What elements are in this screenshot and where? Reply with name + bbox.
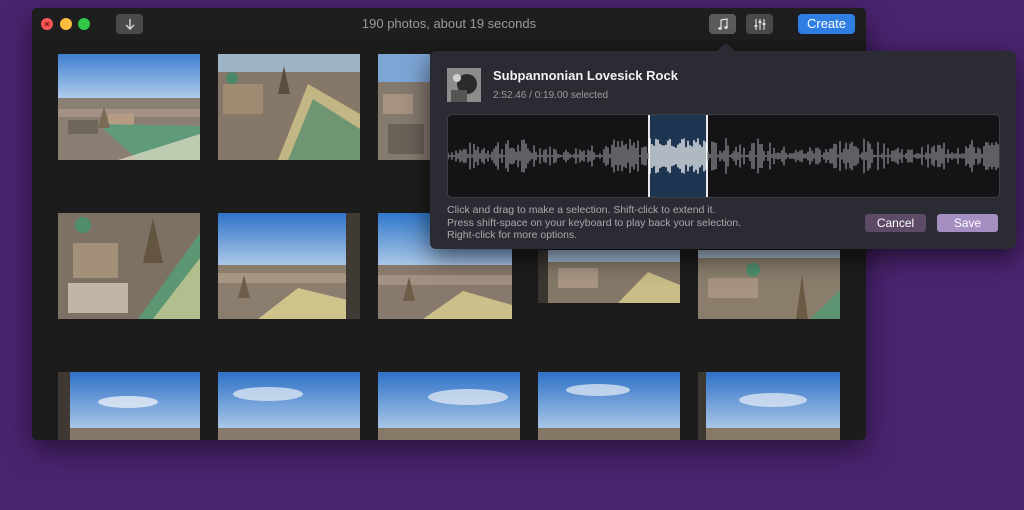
waveform-graph <box>448 138 999 174</box>
song-duration: 2:52.46 / 0:19.00 selected <box>493 90 609 101</box>
help-line: Click and drag to make a selection. Shif… <box>447 204 716 216</box>
window-title: 190 photos, about 19 seconds <box>361 16 537 31</box>
photo-thumbnail[interactable] <box>538 250 680 303</box>
adjust-button[interactable] <box>746 14 773 34</box>
photo-thumbnail[interactable] <box>378 54 430 160</box>
music-button[interactable] <box>709 14 736 34</box>
photo-thumbnail[interactable] <box>58 372 200 440</box>
save-button[interactable]: Save <box>937 214 998 232</box>
album-art <box>447 68 481 102</box>
help-line: Press shift-space on your keyboard to pl… <box>447 216 742 229</box>
sliders-icon <box>754 18 765 30</box>
photo-thumbnail[interactable] <box>538 372 680 440</box>
photo-thumbnail[interactable] <box>218 213 360 319</box>
popover-arrow <box>717 43 735 51</box>
photo-thumbnail[interactable] <box>698 372 840 440</box>
photo-thumbnail[interactable] <box>698 250 840 319</box>
photo-thumbnail[interactable] <box>218 54 360 160</box>
song-title: Subpannonian Lovesick Rock <box>493 68 678 83</box>
cancel-button[interactable]: Cancel <box>865 214 926 232</box>
title-bar: 190 photos, about 19 seconds Create <box>32 8 866 40</box>
audio-waveform[interactable] <box>447 114 1000 198</box>
music-popover: Subpannonian Lovesick Rock 2:52.46 / 0:1… <box>430 43 1016 249</box>
music-note-icon <box>717 17 728 30</box>
photo-thumbnail[interactable] <box>58 213 200 319</box>
photo-thumbnail[interactable] <box>218 372 360 440</box>
help-line: Right-click for more options. <box>447 229 578 241</box>
photo-thumbnail[interactable] <box>378 372 520 440</box>
help-text: Click and drag to make a selection. Shif… <box>447 204 741 242</box>
create-button[interactable]: Create <box>798 14 855 34</box>
photo-thumbnail[interactable] <box>58 54 200 160</box>
